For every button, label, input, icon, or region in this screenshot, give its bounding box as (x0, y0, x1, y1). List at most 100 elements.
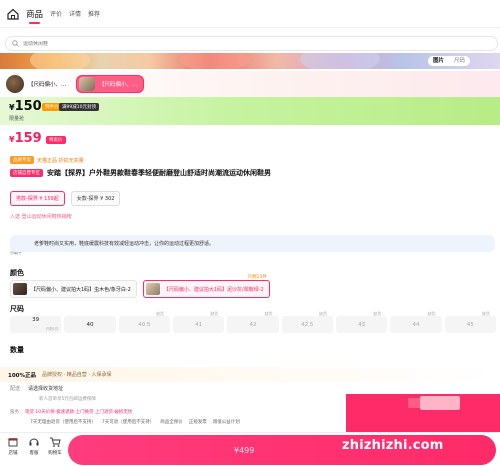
color-swatch (145, 283, 160, 295)
size-label: 39 (32, 317, 40, 323)
title-row: 店铺自营专区 安踏【探界】户外鞋男款鞋春季轻便耐磨登山舒适时尚潮流运动休闲鞋男 (10, 168, 271, 178)
service-item: 增值公益计划 (212, 420, 240, 425)
floating-popup[interactable] (346, 394, 500, 434)
delivery-label: 配送 (10, 386, 21, 392)
size-label: 40 (86, 321, 94, 328)
variant-label: 【尺码偏小、... (28, 82, 67, 88)
color-heading: 颜色 (10, 269, 24, 277)
size-note: 缺货 (427, 311, 436, 316)
size-heading: 尺码 (10, 305, 24, 313)
size-label: 42 (249, 321, 257, 328)
sale-tag: 特卖价 (46, 136, 66, 144)
size-cell[interactable]: 缺货 41 (172, 311, 225, 333)
size-note: 缺货 (318, 311, 327, 316)
gallery-segment[interactable]: 图片 尺码 (427, 56, 470, 66)
size-stock: 只剩1件 (45, 327, 59, 331)
brand-row: 品质专卖 天猫正品 折扣无实量 (10, 156, 84, 164)
cart-button[interactable]: 购物车 (44, 436, 66, 456)
size-cell[interactable]: 缺货 44 (390, 311, 442, 333)
delivery-sub: 新人首单享5元包邮运费保障 (39, 397, 96, 402)
headset-icon (29, 438, 39, 446)
variant-label: 【尺码偏小、... (99, 82, 138, 88)
variant-thumb[interactable]: 【尺码偏小、... (6, 75, 66, 93)
size-label: 45 (466, 321, 474, 328)
size-label: 43 (358, 321, 366, 328)
segment-sizes[interactable]: 尺码 (449, 56, 470, 66)
variant-image (6, 75, 24, 93)
size-label: 42.5 (301, 321, 314, 328)
size-grid: 39 只剩1件 40 缺货 40.5 缺货 41 缺货 42 缺货 42.5 缺… (10, 311, 496, 333)
size-cell[interactable]: 缺货 43 (335, 311, 388, 333)
promo-price-value: 150 (14, 99, 42, 114)
tab-details[interactable]: 详情 (69, 9, 81, 18)
option-womens[interactable]: 女款-探界 ¥ 302 (70, 191, 121, 206)
guarantee-bar[interactable]: 100%正品 品牌授权 · 精品自营 · 入保承保 (0, 367, 500, 382)
variant-strip: 【尺码偏小、... 【尺码偏小、... (0, 71, 500, 97)
service-row[interactable]: 服务 现货 10天价保·极速退款·上门换货·上门退货·破损无忧 (10, 409, 132, 415)
watermark-text: zhizhizhi.com (342, 438, 444, 453)
service-item: 7天无理由退货（使用后不支持） (30, 420, 96, 425)
color-swatch (13, 283, 27, 295)
tab-reviews[interactable]: 评价 (50, 9, 62, 18)
size-cell[interactable]: 缺货 42.5 (281, 311, 333, 333)
color-option-selected[interactable]: 只剩23件 【尺码偏小、建议拍大1码】泥沙灰/翠鞍绿-2 (142, 275, 270, 298)
cart-label: 购物车 (48, 451, 62, 456)
size-cell[interactable]: 缺货 42 (227, 311, 279, 333)
product-title: 安踏【探界】户外鞋男款鞋春季轻便耐磨登山舒适时尚潮流运动休闲鞋男 (47, 169, 271, 177)
size-note: 缺货 (264, 311, 273, 316)
top-nav: 商品 评价 详情 推荐 (0, 0, 500, 28)
discount-badge: 满99减10元封顶 (59, 103, 99, 111)
buy-price: ¥499 (234, 445, 255, 455)
store-icon (8, 438, 18, 447)
color-option[interactable]: 【尺码偏小、建议拍大1码】虫木色/象牙白-2 (10, 280, 137, 298)
color-label: 【尺码偏小、建议拍大1码】虫木色/象牙白-2 (31, 286, 131, 293)
ranking-hint[interactable]: 入选 登山运动休闲鞋热销榜 (10, 213, 72, 220)
segment-images[interactable]: 图片 (427, 56, 449, 66)
brand-text: 天猫正品 折扣无实量 (37, 157, 84, 164)
service-label: 服务 (10, 410, 19, 415)
popup-card (420, 396, 460, 410)
variant-image (79, 77, 95, 91)
variant-thumb-selected[interactable]: 【尺码偏小、... (76, 75, 145, 93)
tab-goods[interactable]: 商品 (26, 8, 43, 24)
delivery-row[interactable]: 配送 请选择收货地址 (10, 385, 63, 392)
store-button[interactable]: 店铺 (2, 436, 24, 456)
stock-ribbon: 只剩23件 (247, 275, 267, 280)
brand-tag: 品质专卖 (10, 156, 34, 164)
service-item: 商品全保价 (160, 420, 183, 425)
promo-price: ¥150 (9, 99, 42, 114)
option-mens[interactable]: 男款-探界 ¥ 159起 (10, 191, 65, 206)
tab-recommend[interactable]: 推荐 (88, 9, 100, 18)
search-icon (12, 40, 19, 47)
product-gallery[interactable]: 图片 尺码 (0, 53, 500, 69)
store-tag: 店铺自营专区 (10, 169, 43, 177)
size-label: 40.5 (138, 321, 151, 328)
delivery-value: 请选择收货地址 (28, 386, 64, 392)
home-icon[interactable] (6, 7, 20, 21)
search-input[interactable] (23, 40, 323, 47)
quantity-heading: 数量 (10, 346, 24, 354)
size-cell[interactable]: 40 (64, 316, 116, 333)
store-label: 店铺 (8, 451, 18, 456)
assistant-text: 老爹鞋时尚又实用，鞋底缓震科技有效减轻运动冲击，让你的运动过程更加舒适。 (34, 241, 215, 247)
size-note: 缺货 (155, 311, 164, 316)
search-bar[interactable] (5, 36, 498, 51)
size-cell[interactable]: 39 只剩1件 (10, 316, 62, 333)
service-items: 7天无理由退货（使用后不支持） 7天可退（使用后不支持） 商品全保价 正规发票 … (30, 419, 246, 425)
service-item: 正规发票 (188, 420, 207, 425)
color-options: 【尺码偏小、建议拍大1码】虫木色/象牙白-2 只剩23件 【尺码偏小、建议拍大1… (10, 275, 276, 298)
promo-banner: ¥150 到手价 满99减10元封顶 限量抢 (0, 97, 500, 125)
service-button[interactable]: 客服 (23, 436, 45, 456)
size-note: 缺货 (481, 311, 490, 316)
size-note: 缺货 (373, 311, 382, 316)
guarantee-title: 100%正品 (8, 372, 36, 379)
size-label: 44 (412, 321, 420, 328)
sale-price-value: 159 (14, 131, 42, 146)
edition-options: 男款-探界 ¥ 159起 女款-探界 ¥ 302 (10, 191, 126, 206)
size-cell[interactable]: 缺货 40.5 (118, 311, 170, 333)
size-note: 缺货 (210, 311, 219, 316)
service-label: 客服 (29, 451, 39, 456)
cart-icon (50, 437, 61, 447)
promo-subtitle: 限量抢 (9, 116, 25, 122)
size-cell[interactable]: 缺货 45 (444, 311, 496, 333)
